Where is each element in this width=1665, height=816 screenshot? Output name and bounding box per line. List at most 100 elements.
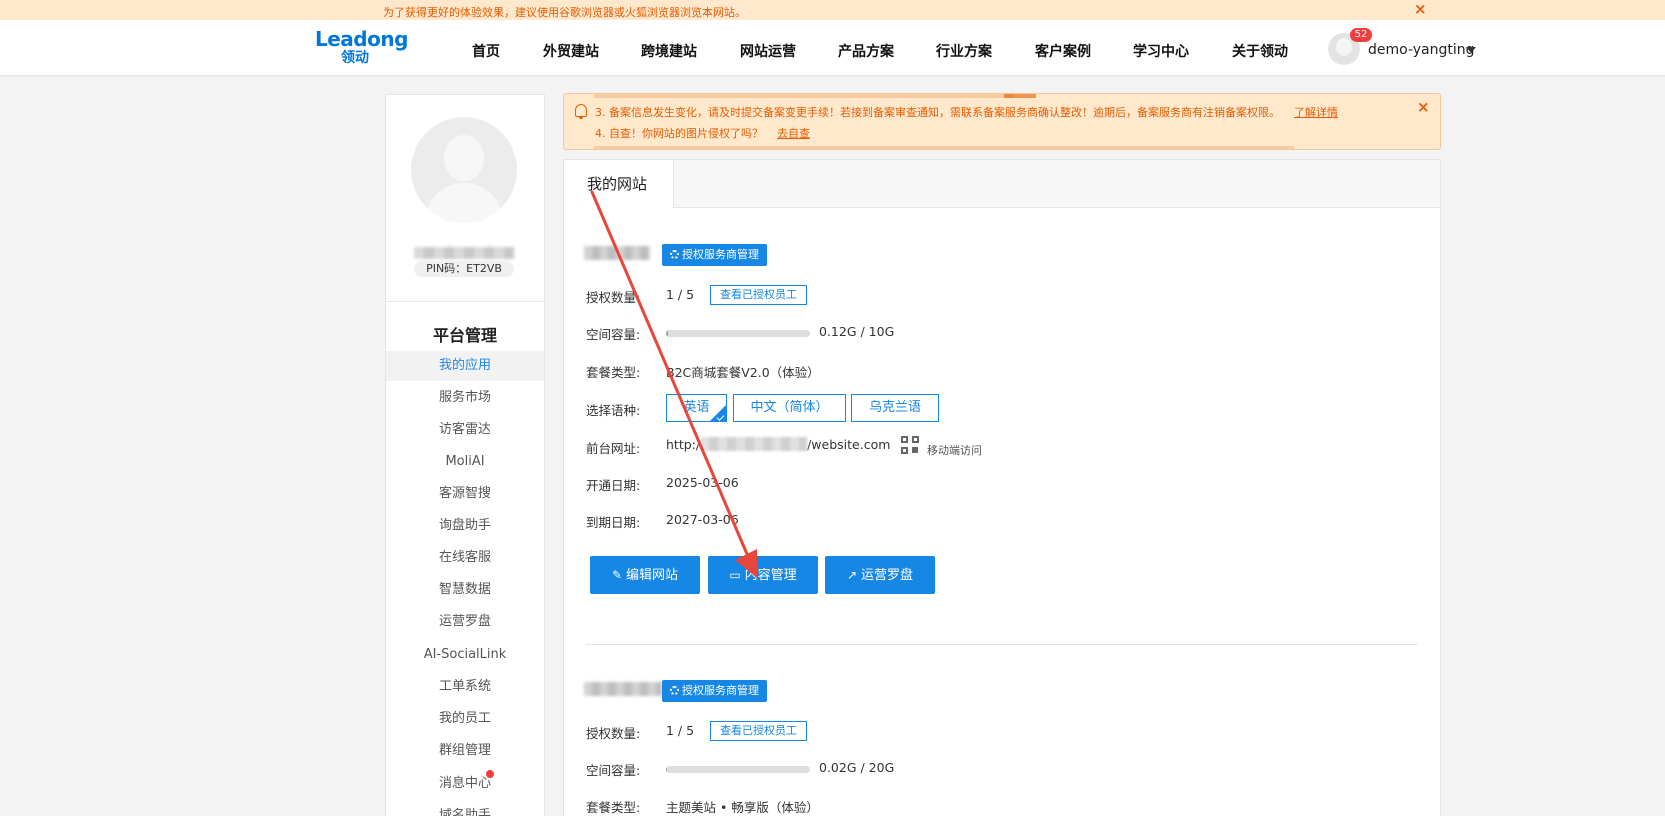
sidebar-item-my-apps[interactable]: 我的应用 [386,351,544,381]
site-1-space-text: 0.12G / 10G [819,324,895,339]
site-2-auth-count: 1 / 5 [666,723,695,738]
site-1-view-staff-button[interactable]: 查看已授权员工 [710,285,807,305]
nav-site-operation[interactable]: 网站运营 [740,41,796,61]
sidebar-section-title: 平台管理 [432,326,497,345]
site-1-plan: B2C商城套餐V2.0（体验） [666,365,820,380]
notice-banner: 3. 备案信息发生变化，请及时提交备案变更手续！若接到备案审查通知，需联系备案服… [563,93,1441,150]
site-1-expire-date: 2027-03-06 [666,512,739,527]
sidebar-item-group-management[interactable]: 群组管理 [386,736,544,766]
lang-option-ukrainian[interactable]: 乌克兰语 [851,394,939,422]
sidebar-item-operation-compass[interactable]: 运营罗盘 [386,607,544,637]
sidebar-item-visitor-radar[interactable]: 访客雷达 [386,415,544,445]
sidebar-item-ticket-system[interactable]: 工单系统 [386,672,544,702]
site-2-plan: 主题美站 • 畅享版（体验） [666,800,819,815]
notice-line-4: 4. 自查！你网站的图片侵权了吗？ 去自查 [595,125,810,141]
notice-link-scrolled-top [1004,94,1036,98]
site-2-space-text: 0.02G / 20G [819,760,895,775]
site-1-frontend-url[interactable]: http:/ /website.com [666,437,890,452]
nav-about[interactable]: 关于领动 [1232,41,1288,61]
url-prefix: http:/ [666,437,701,452]
sidebar-item-service-market[interactable]: 服务市场 [386,383,544,413]
pencil-icon: ✎ [611,568,623,582]
sidebar: PIN码：ET2VB 平台管理 我的应用 服务市场 访客雷达 MoliAI 客源… [385,94,545,816]
notice-learn-more-link[interactable]: 了解详情 [1294,106,1338,119]
url-blurred [700,437,808,451]
sidebar-item-message-center[interactable]: 消息中心 [386,769,544,799]
site-2-space-label: 空间容量: [586,763,641,778]
sidebar-item-moliai[interactable]: MoliAI [386,447,544,477]
lang-option-english[interactable]: 英语 [666,394,727,422]
nav-industry-solutions[interactable]: 行业方案 [936,41,992,61]
site-2-plan-label: 套餐类型: [586,800,641,815]
site-1-auth-count: 1 / 5 [666,287,695,302]
sidebar-item-smart-data[interactable]: 智慧数据 [386,575,544,605]
site-1-auth-provider-button[interactable]: 授权服务商管理 [662,244,767,266]
gear-icon [670,250,679,259]
sidebar-item-lead-search[interactable]: 客源智搜 [386,479,544,509]
edit-website-label: 编辑网站 [626,568,679,583]
sidebar-item-inquiry-assistant[interactable]: 询盘助手 [386,511,544,541]
site-2-auth-count-label: 授权数量: [586,726,641,741]
my-websites-panel: 我的网站 授权服务商管理 授权数量: 1 / 5 查看已授权员工 空间容量: 0… [563,159,1441,816]
content-management-label: 内容管理 [744,568,797,583]
site-1-name-blurred [584,246,650,260]
browser-tip-text: 为了获得更好的体验效果，建议使用谷歌浏览器或火狐浏览器浏览本网站。 [383,6,746,19]
site-1-auth-provider-label: 授权服务商管理 [682,248,759,261]
operation-compass-label: 运营罗盘 [861,568,914,583]
leadong-logo[interactable]: Leadong 领动 [315,27,408,66]
message-unread-dot [486,770,494,778]
site-1-space-progress [666,330,810,337]
sidebar-divider [386,301,544,302]
gear-icon [670,686,679,695]
nav-learning-center[interactable]: 学习中心 [1133,41,1189,61]
sidebar-item-domain-assistant[interactable]: 域名助手 [386,801,544,816]
edit-website-button[interactable]: ✎ 编辑网站 [590,556,700,594]
site-separator [586,644,1418,645]
content-management-button[interactable]: ▭ 内容管理 [708,556,818,594]
site-2-auth-provider-button[interactable]: 授权服务商管理 [662,680,767,702]
profile-name-blurred [414,247,514,259]
panel-tabbar: 我的网站 [564,160,1440,208]
logo-text-cn: 领动 [341,50,369,66]
sidebar-item-ai-sociallink[interactable]: AI-SocialLink [386,640,544,670]
bell-icon [575,104,587,119]
url-suffix: /website.com [807,437,891,452]
site-1-open-date: 2025-03-06 [666,475,739,490]
site-1-frontend-label: 前台网址: [586,441,641,456]
nav-cross-border-site[interactable]: 跨境建站 [641,41,697,61]
site-1-open-date-label: 开通日期: [586,478,641,493]
nav-customer-cases[interactable]: 客户案例 [1035,41,1091,61]
nav-foreign-trade-site[interactable]: 外贸建站 [543,41,599,61]
site-2-name-blurred [584,682,662,696]
site-1-language-label: 选择语种: [586,403,641,418]
profile-avatar [411,117,517,223]
operation-compass-button[interactable]: ↗ 运营罗盘 [825,556,935,594]
site-1-plan-label: 套餐类型: [586,365,641,380]
browser-tip-close-icon[interactable]: × [1414,2,1427,17]
nav-home[interactable]: 首页 [472,41,500,61]
lang-option-chinese-simplified[interactable]: 中文（简体） [733,394,846,422]
chevron-down-icon[interactable] [1466,47,1476,53]
site-2-view-staff-button[interactable]: 查看已授权员工 [710,721,807,741]
tab-my-websites[interactable]: 我的网站 [564,160,674,208]
notice-self-check-link[interactable]: 去自查 [777,127,810,140]
logo-text-en: Leadong [315,27,408,51]
nav-product-solutions[interactable]: 产品方案 [838,41,894,61]
qr-code-icon[interactable] [901,436,921,456]
notice-line-3-text: 3. 备案信息发生变化，请及时提交备案变更手续！若接到备案审查通知，需联系备案服… [595,106,1280,119]
user-name[interactable]: demo-yangting [1368,42,1475,58]
site-header: Leadong 领动 首页 外贸建站 跨境建站 网站运营 产品方案 行业方案 客… [0,20,1665,76]
site-1-expire-date-label: 到期日期: [586,515,641,530]
browser-tip-bar: 为了获得更好的体验效果，建议使用谷歌浏览器或火狐浏览器浏览本网站。 × [0,0,1665,20]
sidebar-item-my-staff[interactable]: 我的员工 [386,704,544,734]
site-1-auth-count-label: 授权数量: [586,290,641,305]
notice-close-icon[interactable]: × [1417,100,1430,115]
pin-code: PIN码：ET2VB [414,261,514,277]
notice-line-3: 3. 备案信息发生变化，请及时提交备案变更手续！若接到备案审查通知，需联系备案服… [595,104,1338,120]
monitor-icon: ▭ [729,568,741,582]
check-icon [716,413,725,421]
sidebar-item-online-service[interactable]: 在线客服 [386,543,544,573]
notice-line-scrolled-bottom [594,146,1294,149]
mobile-access-label[interactable]: 移动端访问 [927,442,982,458]
trend-icon: ↗ [846,568,858,582]
